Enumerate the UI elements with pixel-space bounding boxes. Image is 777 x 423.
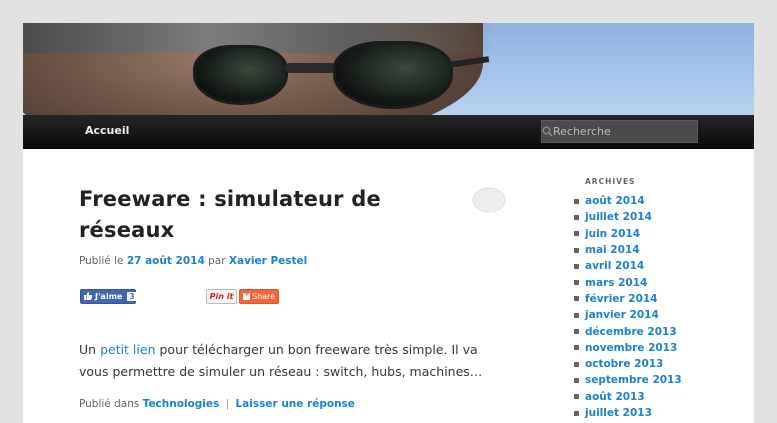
post-meta: Publié le 27 août 2014 par Xavier Pestel <box>79 255 308 267</box>
archive-item: août 2013 <box>562 389 722 405</box>
post-excerpt: Un petit lien pour télécharger un bon fr… <box>79 342 483 379</box>
archive-item: janvier 2014 <box>562 307 722 323</box>
search-icon <box>542 121 553 142</box>
content-link[interactable]: petit lien <box>100 342 155 357</box>
archive-item: février 2014 <box>562 291 722 307</box>
sidebar: ARCHIVES août 2014 juillet 2014 juin 2014 m… <box>562 177 722 421</box>
archive-link[interactable]: décembre 2013 <box>585 326 677 338</box>
post-author-link[interactable]: Xavier Pestel <box>229 255 307 267</box>
nav-home-link[interactable]: Accueil <box>85 124 129 137</box>
archive-link[interactable]: juillet 2013 <box>585 407 652 419</box>
search-box <box>541 120 698 143</box>
list-bullet <box>574 231 579 237</box>
search-input[interactable] <box>553 121 698 142</box>
archives-list: août 2014 juillet 2014 juin 2014 mai 2014 av… <box>562 193 722 421</box>
archive-link[interactable]: août 2014 <box>585 195 645 207</box>
archive-item: novembre 2013 <box>562 340 722 356</box>
list-bullet <box>574 345 579 351</box>
list-bullet <box>574 329 579 335</box>
list-bullet <box>574 263 579 269</box>
archive-item: mars 2014 <box>562 274 722 290</box>
post-date-link[interactable]: 27 août 2014 <box>127 255 205 267</box>
archive-link[interactable]: octobre 2013 <box>585 358 663 370</box>
list-bullet <box>574 394 579 400</box>
leave-reply-link[interactable]: Laisser une réponse <box>235 398 354 410</box>
archive-item: mai 2014 <box>562 242 722 258</box>
list-bullet <box>574 377 579 383</box>
page: Accueil Freeware : simulateur de réseaux… <box>23 23 754 423</box>
archive-item: septembre 2013 <box>562 372 722 388</box>
archive-item: août 2014 <box>562 193 722 209</box>
header-banner-image[interactable] <box>23 23 754 115</box>
category-link[interactable]: Technologies <box>143 398 220 410</box>
facebook-like-count: 3 <box>127 292 137 301</box>
archive-link[interactable]: juillet 2014 <box>585 211 652 223</box>
thumbs-up-icon <box>84 291 92 302</box>
list-bullet <box>574 410 579 416</box>
share-plus-icon <box>243 290 250 300</box>
archive-link[interactable]: avril 2014 <box>585 260 644 272</box>
list-bullet <box>574 296 579 302</box>
list-bullet <box>574 198 579 204</box>
archive-link[interactable]: mars 2014 <box>585 277 647 289</box>
post-title[interactable]: Freeware : simulateur de réseaux <box>79 184 439 246</box>
main-navigation: Accueil <box>23 115 754 149</box>
archive-item: juillet 2013 <box>562 405 722 421</box>
archive-item: octobre 2013 <box>562 356 722 372</box>
list-bullet <box>574 280 579 286</box>
archive-item: décembre 2013 <box>562 323 722 339</box>
archive-link[interactable]: août 2013 <box>585 391 645 403</box>
archive-link[interactable]: février 2014 <box>585 293 658 305</box>
list-bullet <box>574 214 579 220</box>
archive-link[interactable]: juin 2014 <box>585 228 640 240</box>
share-button[interactable]: Share <box>239 289 279 304</box>
archive-item: juillet 2014 <box>562 209 722 225</box>
archive-link[interactable]: mai 2014 <box>585 244 640 256</box>
archives-widget-title: ARCHIVES <box>585 177 636 186</box>
list-bullet <box>574 361 579 367</box>
archive-link[interactable]: novembre 2013 <box>585 342 677 354</box>
archive-item: avril 2014 <box>562 258 722 274</box>
facebook-like-button[interactable]: J'aime 3 <box>80 289 137 304</box>
archive-link[interactable]: janvier 2014 <box>585 309 659 321</box>
list-bullet <box>574 247 579 253</box>
list-bullet <box>574 312 579 318</box>
post-footer: Publié dans Technologies | Laisser une r… <box>79 398 355 410</box>
archive-item: juin 2014 <box>562 226 722 242</box>
comment-bubble-icon[interactable] <box>472 187 506 217</box>
archive-link[interactable]: septembre 2013 <box>585 374 682 386</box>
pinterest-pin-button[interactable]: Pin it <box>206 289 237 304</box>
